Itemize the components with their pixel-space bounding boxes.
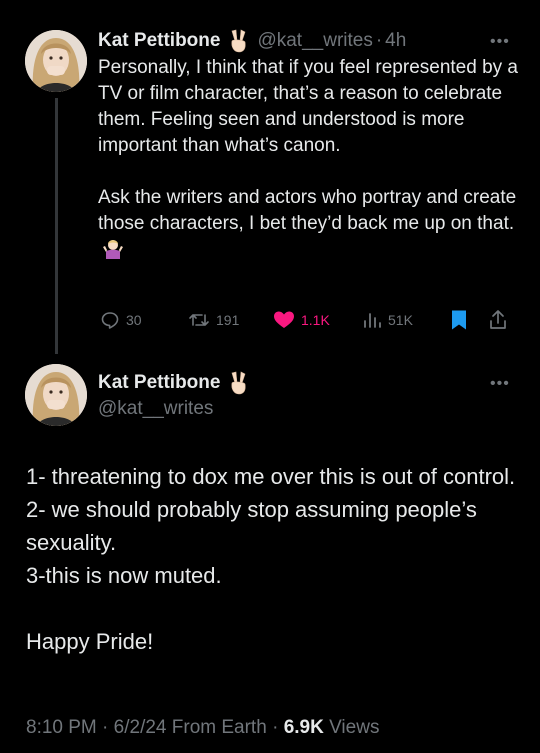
reply-count: 30 <box>126 312 142 328</box>
more-options-icon[interactable]: ••• <box>490 376 510 392</box>
tweet-action-bar: 30 191 1.1K 51K <box>98 306 518 334</box>
shrug-emoji-icon <box>102 237 124 259</box>
tweet-header: Kat Pettibone <box>98 371 249 395</box>
reply-icon <box>101 312 119 329</box>
thread-connector-line <box>55 98 58 354</box>
separator-dot: · <box>266 717 284 738</box>
tweet-text: 1- threatening to dox me over this is ou… <box>26 460 526 658</box>
share-icon <box>490 310 506 329</box>
bookmark-button[interactable] <box>450 306 474 334</box>
views-count[interactable]: 6.9K <box>284 717 324 738</box>
tweet-time[interactable]: 4h <box>385 29 406 53</box>
views-button[interactable]: 51K <box>362 306 413 334</box>
tweet-paragraph: Ask the writers and actors who portray a… <box>98 185 528 263</box>
like-count: 1.1K <box>301 312 330 328</box>
bookmark-icon <box>452 310 466 330</box>
tweet-line: 2- we should probably stop assuming peop… <box>26 497 477 555</box>
repost-button[interactable]: 191 <box>188 306 239 334</box>
repost-icon <box>189 314 209 326</box>
reply-button[interactable]: 30 <box>100 306 142 334</box>
author-handle[interactable]: @kat__writes <box>257 29 372 53</box>
tweet-meta: 8:10 PM · 6/2/24 From Earth · 6.9K Views <box>26 717 379 739</box>
analytics-bar-icon <box>364 313 381 328</box>
tweet-reply-parent[interactable]: Kat Pettibone @kat__writes · 4h ••• Pers… <box>0 0 540 354</box>
repost-count: 191 <box>216 312 240 328</box>
peace-hand-emoji-icon <box>227 29 249 53</box>
avatar[interactable] <box>25 364 87 426</box>
views-label: Views <box>323 717 380 738</box>
like-button[interactable]: 1.1K <box>273 306 330 334</box>
tweet-line: 1- threatening to dox me over this is ou… <box>26 464 516 489</box>
tweet-line: 3-this is now muted. <box>26 563 222 588</box>
tweet-source: From Earth <box>166 717 267 738</box>
tweet-time[interactable]: 8:10 PM <box>26 717 97 738</box>
avatar-image <box>25 30 87 92</box>
tweet-paragraph: Personally, I think that if you feel rep… <box>98 57 518 156</box>
view-count: 51K <box>388 312 413 328</box>
avatar[interactable] <box>25 30 87 92</box>
heart-icon <box>274 311 294 328</box>
tweet-main: Kat Pettibone @kat__writes ••• 1- threat… <box>0 350 540 753</box>
separator-dot: · <box>96 717 114 738</box>
avatar-image <box>25 364 87 426</box>
tweet-date[interactable]: 6/2/24 <box>114 717 167 738</box>
peace-hand-emoji-icon <box>227 371 249 395</box>
tweet-paragraph-text: Ask the writers and actors who portray a… <box>98 187 517 234</box>
author-name[interactable]: Kat Pettibone <box>98 29 220 53</box>
tweet-header: Kat Pettibone @kat__writes · 4h <box>98 29 406 53</box>
separator-dot: · <box>375 30 383 51</box>
tweet-closing: Happy Pride! <box>26 629 154 654</box>
share-button[interactable] <box>488 306 514 334</box>
author-handle[interactable]: @kat__writes <box>98 397 213 421</box>
more-options-icon[interactable]: ••• <box>490 34 510 50</box>
author-name[interactable]: Kat Pettibone <box>98 371 220 395</box>
tweet-text: Personally, I think that if you feel rep… <box>98 55 528 263</box>
